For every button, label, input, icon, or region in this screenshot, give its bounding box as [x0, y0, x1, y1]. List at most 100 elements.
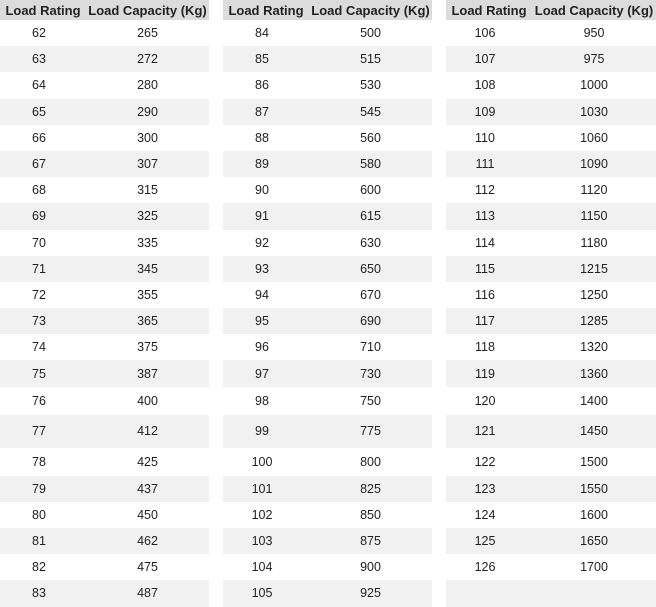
load-rating-cell: 104	[251, 560, 273, 575]
load-rating-cell: 78	[32, 454, 46, 469]
table-row: 95 690	[223, 308, 432, 335]
header-load-capacity: Load Capacity (Kg)	[86, 0, 209, 20]
table-row: 103 875	[223, 528, 432, 555]
table-row: 70 335	[0, 230, 209, 256]
table-row	[446, 580, 656, 607]
table-row: 97 730	[223, 360, 432, 387]
load-rating-cell: 68	[32, 183, 46, 198]
load-rating-cell: 120	[474, 393, 496, 408]
load-capacity-cell: 1060	[580, 130, 608, 145]
load-capacity-cell: 1120	[580, 183, 608, 198]
load-capacity-cell: 775	[309, 414, 432, 448]
table-row: 69 325	[0, 203, 209, 230]
load-capacity-cell: 950	[583, 26, 605, 41]
load-rating-cell: 67	[0, 150, 86, 178]
load-capacity-cell: 650	[309, 255, 432, 282]
table-row: 113 1150	[446, 203, 656, 230]
load-rating-cell: 63	[0, 46, 86, 73]
header-load-rating: Load Rating	[0, 0, 86, 20]
load-capacity-cell: 1320	[580, 340, 608, 355]
table-row: 81 462	[0, 528, 209, 555]
table-row: 75 387	[0, 360, 209, 387]
table-row: 101 825	[223, 475, 432, 502]
table-row: 126 1700	[446, 554, 656, 580]
load-rating-cell: 65	[0, 98, 86, 125]
load-capacity-cell: 800	[360, 454, 381, 469]
load-rating-cell: 95	[223, 308, 309, 335]
load-rating-cell: 111	[446, 150, 532, 178]
table-row: 94 670	[223, 282, 432, 308]
table-row: 98 750	[223, 387, 432, 415]
load-capacity-cell: 1090	[532, 150, 656, 178]
load-rating-cell: 105	[223, 580, 309, 607]
load-capacity-cell: 1180	[580, 235, 608, 250]
load-rating-cell: 99	[223, 414, 309, 448]
load-rating-cell: 90	[255, 183, 269, 198]
load-rating-cell: 86	[255, 78, 269, 93]
load-capacity-cell: 630	[360, 235, 381, 250]
table-row: 114 1180	[446, 230, 656, 256]
load-capacity-cell: 600	[360, 183, 381, 198]
load-capacity-cell: 375	[137, 340, 158, 355]
load-capacity-cell: 280	[137, 78, 158, 93]
load-rating-cell: 89	[223, 150, 309, 178]
load-capacity-cell: 475	[137, 560, 158, 575]
load-capacity-cell: 1550	[532, 475, 656, 502]
load-rating-cell	[446, 580, 532, 607]
load-capacity-cell	[532, 580, 656, 607]
load-capacity-cell: 290	[86, 98, 209, 125]
table-row: 105 925	[223, 580, 432, 607]
load-capacity-cell: 1250	[580, 287, 608, 302]
load-capacity-cell: 825	[309, 475, 432, 502]
load-rating-cell: 84	[255, 26, 269, 41]
load-rating-cell: 88	[255, 130, 269, 145]
table-row: 110 1060	[446, 125, 656, 151]
table-row: 78 425	[0, 448, 209, 476]
load-rating-cell: 73	[0, 308, 86, 335]
table-row: 121 1450	[446, 414, 656, 448]
load-rating-cell: 77	[0, 414, 86, 448]
table-row: 111 1090	[446, 150, 656, 178]
load-rating-cell: 66	[32, 130, 46, 145]
table-row: 120 1400	[446, 387, 656, 415]
load-capacity-cell: 387	[86, 360, 209, 387]
load-capacity-cell: 615	[309, 203, 432, 230]
load-rating-cell: 123	[446, 475, 532, 502]
table-row: 102 850	[223, 502, 432, 528]
load-capacity-cell: 1700	[580, 560, 608, 575]
load-rating-tables: Load Rating Load Capacity (Kg) 62 265 63 27…	[0, 0, 656, 607]
load-rating-cell: 115	[446, 255, 532, 282]
load-rating-cell: 107	[446, 46, 532, 73]
load-capacity-cell: 1215	[532, 255, 656, 282]
table-row: 68 315	[0, 177, 209, 203]
table-row: 96 710	[223, 334, 432, 360]
table-row: 83 487	[0, 580, 209, 607]
table-row: 63 272	[0, 46, 209, 73]
load-capacity-cell: 272	[86, 46, 209, 73]
table-row: 80 450	[0, 502, 209, 528]
table-row: 91 615	[223, 203, 432, 230]
load-capacity-cell: 1000	[580, 78, 608, 93]
table-row: 89 580	[223, 150, 432, 178]
load-rating-cell: 94	[255, 287, 269, 302]
load-capacity-cell: 1150	[532, 203, 656, 230]
table-row: 109 1030	[446, 98, 656, 125]
load-capacity-cell: 875	[309, 528, 432, 555]
table-row: 117 1285	[446, 308, 656, 335]
load-rating-cell: 106	[474, 26, 496, 41]
load-rating-cell: 92	[255, 235, 269, 250]
load-rating-cell: 122	[474, 454, 496, 469]
table-row: 122 1500	[446, 448, 656, 476]
table-row: 104 900	[223, 554, 432, 580]
load-capacity-cell: 530	[360, 78, 381, 93]
table-row: 86 530	[223, 72, 432, 98]
load-capacity-cell: 307	[86, 150, 209, 178]
load-capacity-cell: 1360	[532, 360, 656, 387]
load-capacity-cell: 412	[86, 414, 209, 448]
table-row: 125 1650	[446, 528, 656, 555]
load-rating-cell: 93	[223, 255, 309, 282]
table-row: 72 355	[0, 282, 209, 308]
load-capacity-cell: 515	[309, 46, 432, 73]
table-row: 123 1550	[446, 475, 656, 502]
load-rating-cell: 103	[223, 528, 309, 555]
